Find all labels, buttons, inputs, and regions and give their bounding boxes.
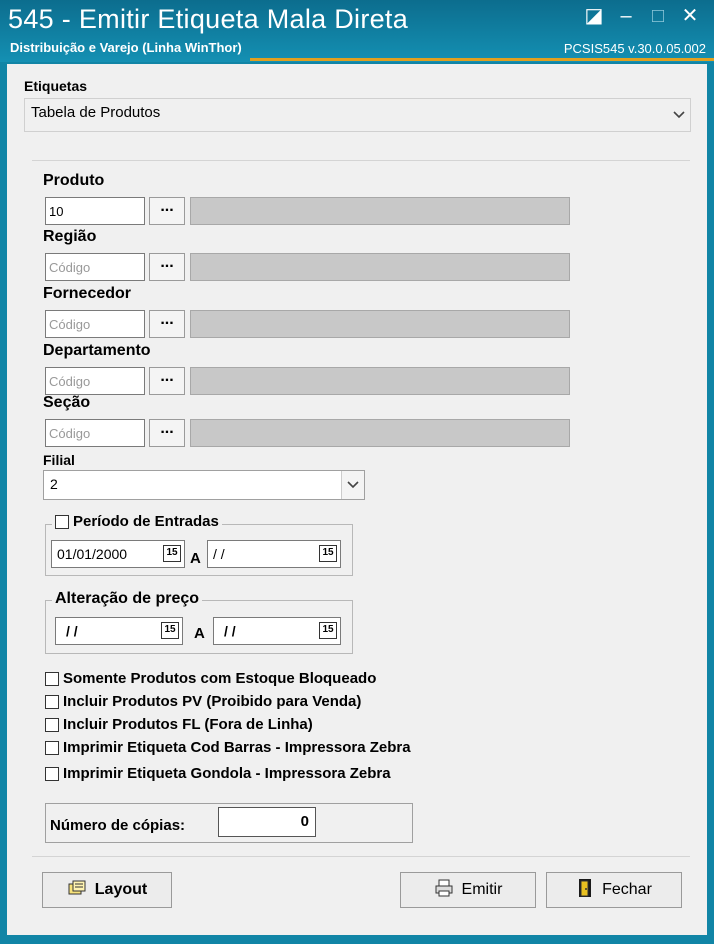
option-row[interactable]: Imprimir Etiqueta Gondola - Impressora Z… <box>45 765 391 782</box>
alteracao-from-value: / / <box>66 623 78 639</box>
etiquetas-select[interactable]: Tabela de Produtos <box>24 98 691 132</box>
alteracao-from-input[interactable]: / / 15 <box>55 617 183 645</box>
produto-description <box>190 197 570 225</box>
client-area: Etiquetas Tabela de Produtos Produto 10 … <box>7 64 707 935</box>
fornecedor-code-input[interactable]: Código <box>45 310 145 338</box>
window-title: 545 - Emitir Etiqueta Mala Direta <box>8 4 409 34</box>
copies-box: Número de cópias: 0 <box>45 803 413 843</box>
regiao-description <box>190 253 570 281</box>
option-checkbox[interactable] <box>45 766 59 781</box>
app-window: 545 - Emitir Etiqueta Mala Direta Distri… <box>0 0 714 944</box>
option-checkbox[interactable] <box>45 671 59 686</box>
option-row[interactable]: Incluir Produtos PV (Proibido para Venda… <box>45 693 361 710</box>
alteracao-to-value: / / <box>224 623 236 639</box>
copies-input[interactable]: 0 <box>218 807 316 837</box>
produto-label: Produto <box>43 172 105 189</box>
version-label: PCSIS545 v.30.0.05.002 <box>563 41 706 56</box>
departamento-search-button[interactable]: ... <box>149 367 185 395</box>
fornecedor-description <box>190 310 570 338</box>
printer-icon <box>434 879 454 902</box>
periodo-to-value: / / <box>213 546 225 562</box>
departamento-code-input[interactable]: Código <box>45 367 145 395</box>
etiquetas-selected: Tabela de Produtos <box>31 104 161 121</box>
emitir-button-label: Emitir <box>461 881 503 898</box>
fornecedor-search-button[interactable]: ... <box>149 310 185 338</box>
emitir-button[interactable]: Emitir <box>400 872 536 908</box>
chevron-down-icon <box>341 471 364 499</box>
copies-label: Número de cópias: <box>50 817 186 834</box>
secao-description <box>190 419 570 447</box>
periodo-legend: Período de Entradas <box>52 513 222 530</box>
filial-select[interactable]: 2 <box>43 470 365 500</box>
periodo-checkbox[interactable] <box>55 514 69 529</box>
option-row[interactable]: Incluir Produtos FL (Fora de Linha) <box>45 716 313 733</box>
title-accent-line <box>250 58 714 61</box>
departamento-description <box>190 367 570 395</box>
produto-code-input[interactable]: 10 <box>45 197 145 225</box>
periodo-separator: A <box>190 550 201 567</box>
minimize-button[interactable]: – <box>614 4 638 28</box>
periodo-from-value: 01/01/2000 <box>57 546 128 562</box>
filial-label: Filial <box>43 452 75 468</box>
produto-search-button[interactable]: ... <box>149 197 185 225</box>
layout-button-label: Layout <box>94 881 148 898</box>
option-checkbox[interactable] <box>45 694 59 709</box>
footer-divider <box>32 856 690 857</box>
exit-door-icon <box>576 878 594 903</box>
chevron-down-icon <box>668 99 690 131</box>
regiao-code-input[interactable]: Código <box>45 253 145 281</box>
layout-button[interactable]: Layout <box>42 872 172 908</box>
periodo-from-input[interactable]: 01/01/2000 15 <box>51 540 185 568</box>
calendar-icon[interactable]: 15 <box>319 545 337 562</box>
fornecedor-label: Fornecedor <box>43 285 132 302</box>
secao-label: Seção <box>43 394 91 411</box>
secao-code-input[interactable]: Código <box>45 419 145 447</box>
alteracao-separator: A <box>194 625 205 642</box>
option-label: Somente Produtos com Estoque Bloqueado <box>63 670 377 687</box>
title-bar[interactable]: 545 - Emitir Etiqueta Mala Direta Distri… <box>0 0 714 62</box>
secao-search-button[interactable]: ... <box>149 419 185 447</box>
alteracao-legend: Alteração de preço <box>52 590 203 608</box>
etiquetas-label: Etiquetas <box>24 78 88 94</box>
calendar-icon[interactable]: 15 <box>319 622 337 639</box>
maximize-button[interactable]: □ <box>646 4 670 28</box>
option-label: Imprimir Etiqueta Gondola - Impressora Z… <box>63 765 391 782</box>
option-label: Incluir Produtos PV (Proibido para Venda… <box>63 693 362 710</box>
periodo-to-input[interactable]: / / 15 <box>207 540 341 568</box>
option-row[interactable]: Somente Produtos com Estoque Bloqueado <box>45 670 376 687</box>
regiao-label: Região <box>43 228 97 245</box>
calendar-icon[interactable]: 15 <box>161 622 179 639</box>
fechar-button-label: Fechar <box>602 881 652 898</box>
option-label: Imprimir Etiqueta Cod Barras - Impressor… <box>63 739 411 756</box>
close-button[interactable]: ✕ <box>678 4 702 28</box>
option-checkbox[interactable] <box>45 717 59 732</box>
periodo-label: Período de Entradas <box>73 513 219 530</box>
filial-selected: 2 <box>50 476 58 492</box>
option-label: Incluir Produtos FL (Fora de Linha) <box>63 716 313 733</box>
option-checkbox[interactable] <box>45 740 59 755</box>
restore-icon[interactable]: ◪ <box>582 4 606 28</box>
departamento-label: Departamento <box>43 342 151 359</box>
regiao-search-button[interactable]: ... <box>149 253 185 281</box>
section-divider <box>32 160 690 161</box>
option-row[interactable]: Imprimir Etiqueta Cod Barras - Impressor… <box>45 739 411 756</box>
fechar-button[interactable]: Fechar <box>546 872 682 908</box>
calendar-icon[interactable]: 15 <box>163 545 181 562</box>
alteracao-to-input[interactable]: / / 15 <box>213 617 341 645</box>
layout-icon <box>67 879 87 902</box>
alteracao-label: Alteração de preço <box>55 590 200 607</box>
window-subtitle: Distribuição e Varejo (Linha WinThor) <box>10 40 242 55</box>
